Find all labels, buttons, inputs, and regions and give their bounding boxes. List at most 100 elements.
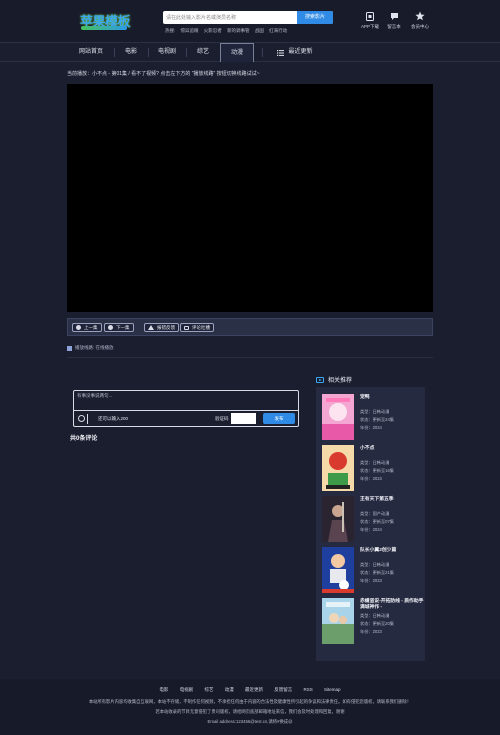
related-title: 相关推荐: [316, 375, 352, 384]
hot-item[interactable]: 红海行动: [269, 28, 287, 33]
hot-item[interactable]: 新的调事管: [227, 28, 250, 33]
related-status: 状态：更新至16集: [360, 468, 394, 473]
prev-label: 上一集: [84, 324, 98, 330]
next-episode-button[interactable]: 下一集: [104, 323, 134, 332]
related-name[interactable]: 赤蜻竖说-开拓防线 - 质作助手满城神作 -: [360, 599, 424, 611]
footer-link[interactable]: 电影: [159, 687, 168, 692]
comment-count: 共0条评论: [70, 436, 98, 442]
related-item[interactable]: 宠鸭 类型：日韩动漫 状态：更新至24集 年份：2024: [322, 394, 422, 440]
nav-recent[interactable]: 最近更新: [272, 43, 318, 62]
footer-copyright-note: 若本站收录的节目无意侵犯了贵司版权，请给网页底部邮箱地址来信，我们会及时处理和回…: [155, 709, 345, 714]
related-panel: 宠鸭 类型：日韩动漫 状态：更新至24集 年份：2024 小不点 类型：日韩动漫…: [316, 387, 425, 661]
play-source[interactable]: 播放线路: 在线播放: [67, 345, 114, 351]
comment-icon: [184, 325, 189, 330]
related-name[interactable]: 队长小翼2创少篇: [360, 548, 424, 554]
nav-anime[interactable]: 动漫: [220, 43, 254, 62]
related-item[interactable]: 小不点 类型：日韩动漫 状态：更新至16集 年份：2023: [322, 445, 422, 491]
comment-button[interactable]: 评论吐槽: [180, 323, 214, 332]
related-item[interactable]: 王有天下第五季 类型：国产动漫 状态：更新至07集 年份：2024: [322, 496, 422, 542]
source-label: 播放线路: 在线播放: [75, 345, 114, 350]
verify-code-label: 验证码: [215, 416, 229, 421]
related-status: 状态：更新至21集: [360, 570, 394, 575]
app-download-label: APP下载: [360, 24, 379, 29]
site-footer: 电影 电视剧 综艺 动漫 最近更新 反馈留言 RSS Sitemap 本站所有影…: [0, 679, 500, 735]
footer-link[interactable]: 反馈留言: [274, 687, 292, 692]
report-error-button[interactable]: 报错反馈: [144, 323, 179, 332]
related-type: 类型：日韩动漫: [360, 409, 390, 414]
footer-email: Email address:123456@test.cn,请将#换成@: [207, 719, 293, 724]
footer-link[interactable]: 综艺: [204, 687, 213, 692]
footer-link[interactable]: 最近更新: [245, 687, 263, 692]
related-type: 类型：日韩动漫: [360, 562, 390, 567]
hot-item[interactable]: 惊异追眼: [181, 28, 199, 33]
poster-thumbnail[interactable]: [322, 598, 354, 644]
related-year: 年份：2023: [360, 476, 382, 481]
app-icon: [365, 11, 375, 21]
nav-tv[interactable]: 电视剧: [148, 43, 186, 62]
search-button[interactable]: 搜索影片: [297, 11, 333, 24]
video-player[interactable]: [67, 84, 433, 312]
related-title-text: 相关推荐: [328, 378, 353, 384]
related-year: 年份：2024: [360, 527, 382, 532]
main-nav: 网站首页 电影 电视剧 综艺 动漫 最近更新: [0, 42, 500, 62]
related-year: 年份：2023: [360, 629, 382, 634]
related-type: 类型：日韩动漫: [360, 460, 390, 465]
related-item[interactable]: 赤蜻竖说-开拓防线 - 质作助手满城神作 - 类型：日韩动漫 状态：更新至20集…: [322, 598, 424, 644]
list-icon: [277, 49, 285, 56]
comment-form: 还可以输入200 验证码 发布: [73, 390, 299, 427]
related-status: 状态：更新至24集: [360, 417, 394, 422]
member-center-link[interactable]: 会员中心: [408, 11, 432, 30]
site-logo[interactable]: 苹果模板: [80, 11, 131, 33]
emoji-button[interactable]: [78, 414, 88, 424]
footer-links: 电影 电视剧 综艺 动漫 最近更新 反馈留言 RSS Sitemap: [0, 687, 500, 693]
nav-home[interactable]: 网站首页: [68, 43, 114, 62]
related-type: 类型：国产动漫: [360, 511, 390, 516]
guestbook-label: 留言本: [387, 24, 401, 29]
hot-searches: 热搜: 惊异追眼 火影忍者 新的调事管 战国 红海行动: [165, 28, 291, 34]
logo-underline: [81, 26, 127, 30]
breadcrumb: 当前播放：小不点 - 第01集 / 看不了视频? 点击左下方的 "播放线路" 按…: [67, 71, 260, 77]
related-name[interactable]: 小不点: [360, 446, 424, 452]
nav-divider: [262, 48, 263, 57]
footer-disclaimer: 本站所有影片内容均收集自互联网，本站不存储，不制作任何视频，不承担任何由于内容的…: [88, 699, 412, 704]
hot-item[interactable]: 战国: [255, 28, 264, 33]
warning-icon: [148, 325, 154, 330]
nav-movies[interactable]: 电影: [114, 43, 148, 62]
message-icon: [389, 11, 399, 21]
verify-code-input[interactable]: [231, 413, 256, 424]
member-center-label: 会员中心: [411, 24, 429, 29]
site-header: 苹果模板 搜索影片 热搜: 惊异追眼 火影忍者 新的调事管 战国 红海行动 AP…: [0, 0, 500, 42]
section-divider: [67, 357, 433, 358]
app-download-link[interactable]: APP下载: [358, 11, 382, 30]
play-icon: [316, 376, 324, 383]
related-name[interactable]: 王有天下第五季: [360, 497, 424, 503]
poster-thumbnail[interactable]: [322, 547, 354, 593]
comment-label: 评论吐槽: [192, 324, 210, 330]
player-controls: 上一集 下一集 报错反馈 评论吐槽: [67, 318, 433, 336]
hot-item[interactable]: 火影忍者: [204, 28, 222, 33]
next-label: 下一集: [116, 324, 130, 330]
related-name[interactable]: 宠鸭: [360, 395, 424, 401]
poster-thumbnail[interactable]: [322, 445, 354, 491]
footer-link[interactable]: RSS: [304, 687, 313, 692]
comment-input[interactable]: [77, 393, 295, 407]
related-status: 状态：更新至07集: [360, 519, 394, 524]
nav-variety[interactable]: 综艺: [186, 43, 220, 62]
poster-thumbnail[interactable]: [322, 496, 354, 542]
footer-link[interactable]: 电视剧: [180, 687, 194, 692]
footer-link[interactable]: Sitemap: [324, 687, 341, 692]
report-label: 报错反馈: [157, 324, 175, 330]
source-icon: [67, 345, 72, 351]
smiley-icon: [78, 415, 85, 422]
guestbook-link[interactable]: 留言本: [382, 11, 406, 30]
prev-episode-button[interactable]: 上一集: [72, 323, 102, 332]
prev-icon: [76, 325, 81, 330]
footer-link[interactable]: 动漫: [225, 687, 234, 692]
poster-thumbnail[interactable]: [322, 394, 354, 440]
related-status: 状态：更新至20集: [360, 621, 394, 626]
publish-button[interactable]: 发布: [263, 413, 295, 424]
related-type: 类型：日韩动漫: [360, 613, 390, 618]
next-icon: [108, 325, 113, 330]
related-item[interactable]: 队长小翼2创少篇 类型：日韩动漫 状态：更新至21集 年份：2023: [322, 547, 422, 593]
search-input[interactable]: [166, 13, 294, 22]
